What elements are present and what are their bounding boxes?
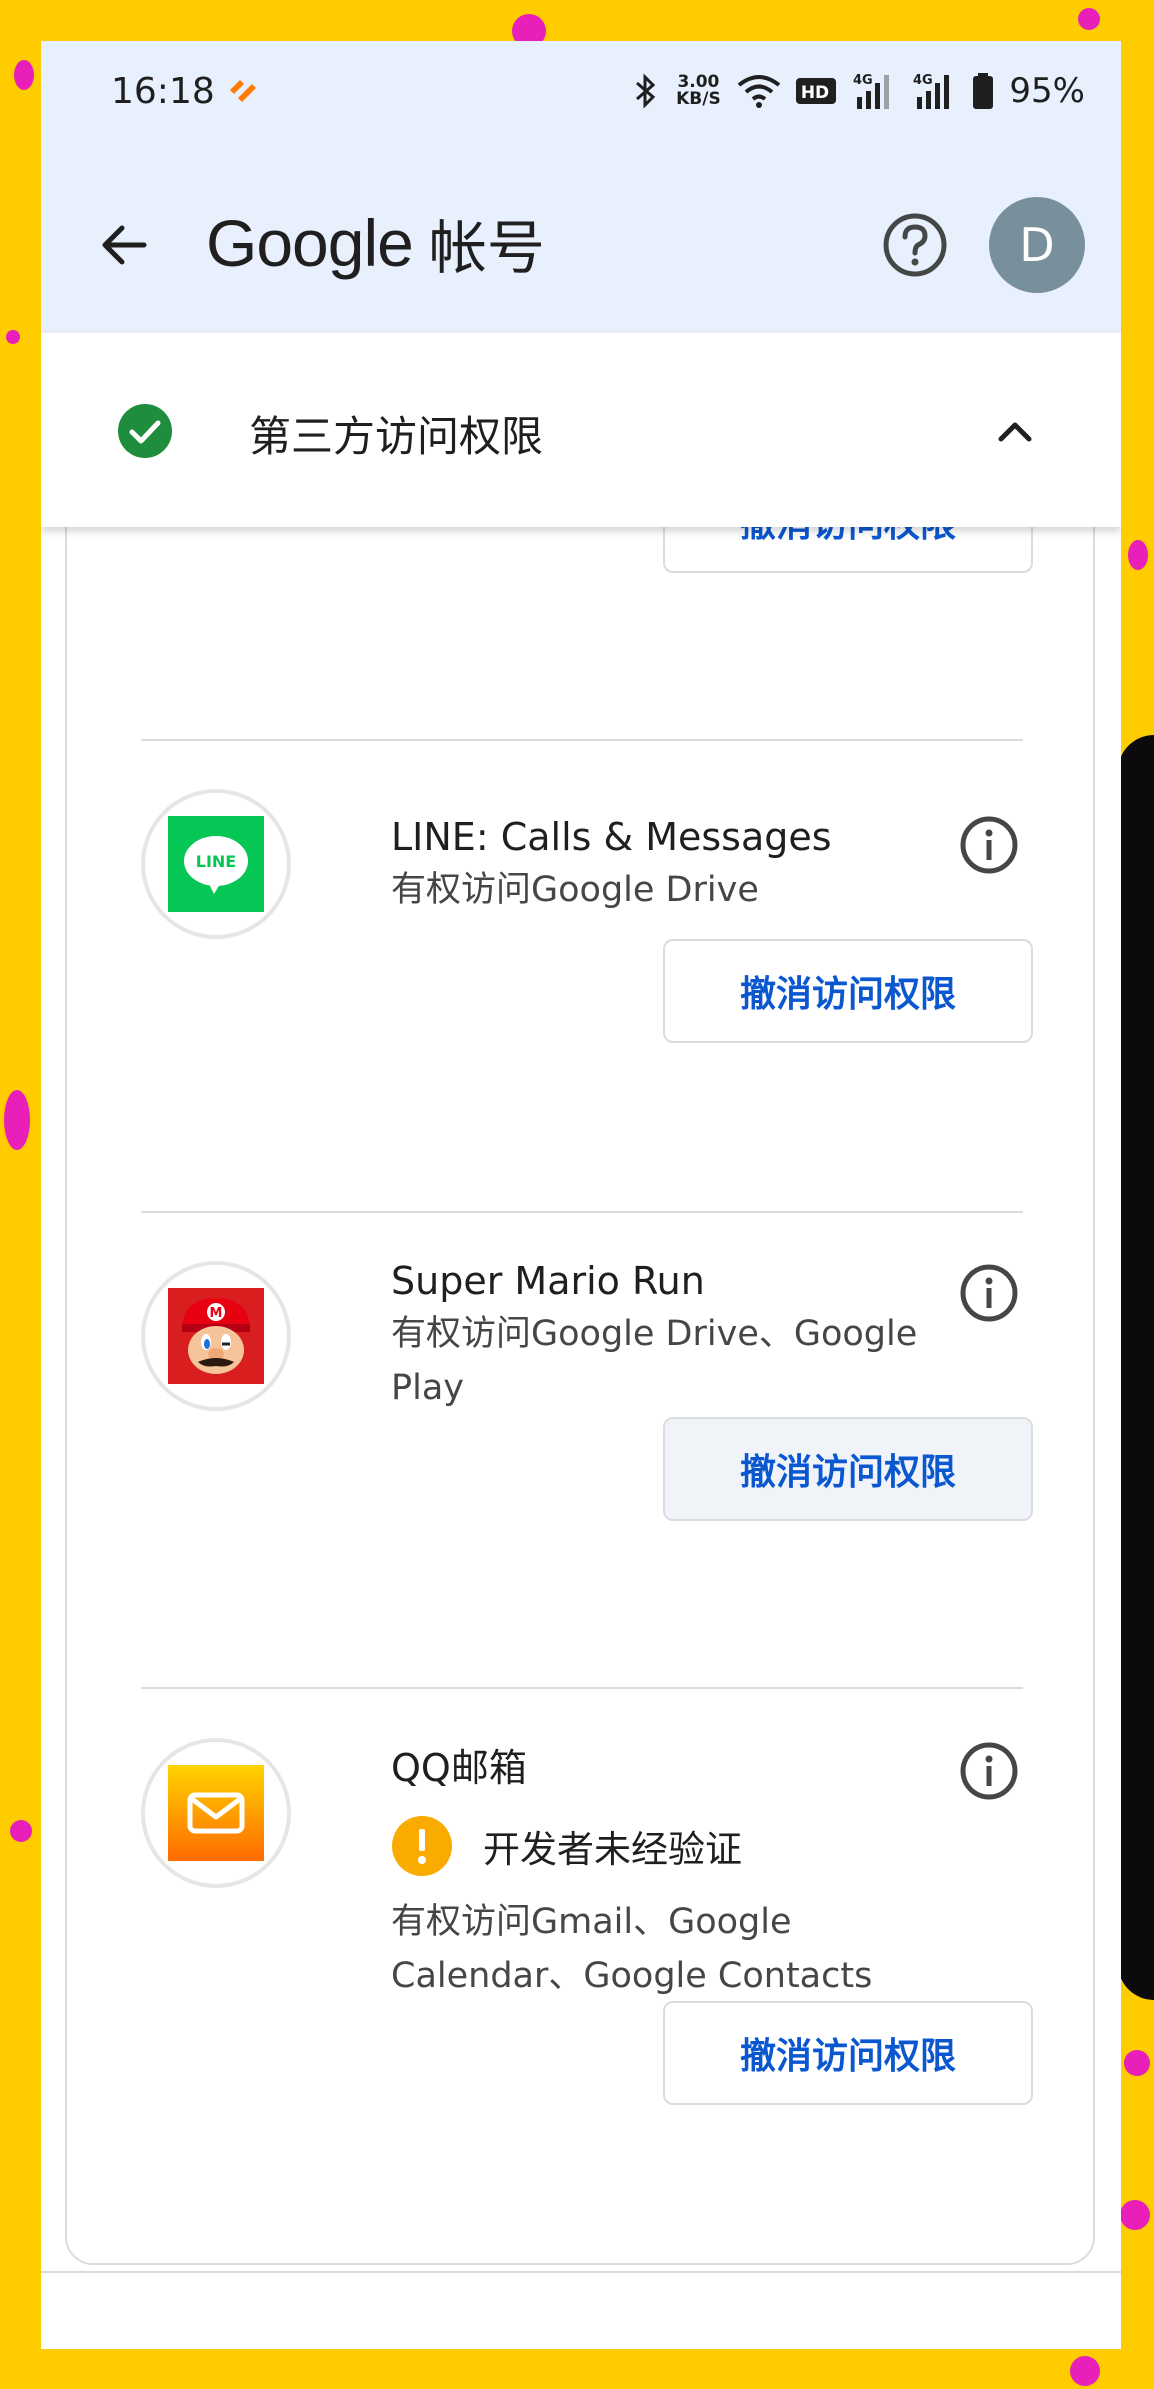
app-logo-super-mario: M	[141, 1261, 291, 1411]
background-dot	[14, 60, 34, 90]
signal-4g-icon: 4G	[913, 73, 950, 109]
page-title: Google 帐号	[206, 201, 545, 285]
status-bar: 16:18 3.00 KB/S HD 4G 4G 95%	[41, 41, 1121, 151]
battery-percentage: 95%	[1009, 71, 1085, 111]
svg-text:LINE: LINE	[196, 852, 236, 871]
app-name-super-mario: Super Mario Run	[391, 1259, 705, 1303]
background-dot	[1120, 2200, 1150, 2230]
signal-4g-icon: 4G	[853, 73, 890, 109]
line-logo-icon: LINE	[168, 816, 264, 912]
warning-text: 开发者未经验证	[483, 1828, 742, 1871]
info-icon[interactable]	[959, 1741, 1019, 1801]
background-dot	[6, 330, 20, 344]
back-button[interactable]	[91, 213, 155, 277]
phone-screen: 16:18 3.00 KB/S HD 4G 4G 95% Google 帐号 D…	[41, 41, 1121, 2349]
network-speed: 3.00 KB/S	[676, 72, 721, 109]
divider	[141, 1211, 1023, 1213]
account-title: 帐号	[428, 214, 545, 282]
background-dot	[1128, 540, 1148, 570]
chevron-up-icon[interactable]	[993, 411, 1037, 451]
third-party-apps-card: 撤消访问权限 LINE LINE: Calls & Messages 有权访问G…	[65, 469, 1095, 2265]
app-logo-line: LINE	[141, 789, 291, 939]
background-dot	[10, 1820, 32, 1842]
hd-icon: HD	[796, 78, 837, 104]
avatar[interactable]: D	[989, 197, 1085, 293]
svg-text:4G: 4G	[853, 73, 873, 88]
app-access-qq-mail: 有权访问Gmail、Google Calendar、Google Contact…	[391, 1902, 873, 1996]
status-icons: 3.00 KB/S HD 4G 4G 95%	[633, 67, 1085, 115]
revoke-access-button[interactable]: 撤消访问权限	[663, 939, 1033, 1043]
help-icon[interactable]	[881, 211, 949, 279]
unverified-developer-warning: 开发者未经验证	[391, 1815, 742, 1877]
section-header[interactable]: 第三方访问权限	[41, 333, 1121, 527]
section-title: 第三方访问权限	[249, 412, 544, 461]
mario-logo-icon: M	[168, 1288, 264, 1384]
svg-text:4G: 4G	[913, 73, 933, 88]
qq-mail-logo-icon	[168, 1765, 264, 1861]
info-icon[interactable]	[959, 815, 1019, 875]
background-dot	[1124, 2050, 1150, 2076]
bluetooth-icon	[636, 73, 656, 109]
background-dot	[4, 1090, 30, 1150]
app-name-line: LINE: Calls & Messages	[391, 815, 832, 859]
wifi-icon	[738, 75, 781, 108]
status-time: 16:18	[111, 71, 215, 112]
notification-app-icon	[230, 80, 256, 102]
app-access-super-mario: 有权访问Google Drive、Google Play	[391, 1314, 918, 1408]
info-icon[interactable]	[959, 1263, 1019, 1323]
divider	[141, 1687, 1023, 1689]
divider	[41, 2271, 1121, 2273]
divider	[141, 739, 1023, 741]
svg-text:M: M	[210, 1306, 223, 1321]
svg-text:HD: HD	[801, 83, 829, 103]
app-name-qq-mail: QQ邮箱	[391, 1746, 527, 1790]
arrow-back-icon	[102, 225, 147, 265]
background-dot	[1070, 2356, 1100, 2386]
warning-icon	[392, 1816, 452, 1876]
revoke-access-button[interactable]: 撤消访问权限	[663, 1417, 1033, 1521]
background-dot	[1078, 8, 1100, 30]
battery-icon	[973, 73, 994, 109]
app-bar: Google 帐号 D	[41, 151, 1121, 333]
revoke-access-button[interactable]: 撤消访问权限	[663, 2001, 1033, 2105]
app-access-line: 有权访问Google Drive	[391, 870, 759, 910]
google-logo-text: Google	[206, 206, 414, 280]
check-circle-icon	[118, 404, 172, 458]
app-logo-qq-mail	[141, 1738, 291, 1888]
background-photo-edge	[1118, 735, 1154, 2000]
